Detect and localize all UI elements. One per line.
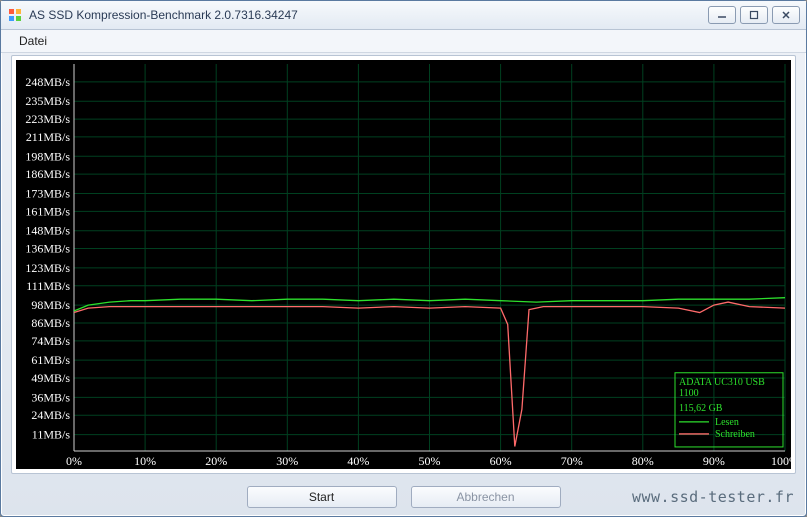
svg-text:248MB/s: 248MB/s [25,75,70,89]
svg-text:198MB/s: 198MB/s [25,149,70,163]
svg-text:98MB/s: 98MB/s [31,298,70,312]
menubar: Datei [1,30,806,53]
svg-text:86MB/s: 86MB/s [31,316,70,330]
svg-text:0%: 0% [66,454,82,468]
svg-text:10%: 10% [134,454,156,468]
svg-text:40%: 40% [347,454,369,468]
svg-text:50%: 50% [419,454,441,468]
svg-text:111MB/s: 111MB/s [26,279,70,293]
svg-text:60%: 60% [490,454,512,468]
minimize-button[interactable] [708,6,736,24]
svg-text:161MB/s: 161MB/s [25,204,70,218]
window-title: AS SSD Kompression-Benchmark 2.0.7316.34… [29,8,708,22]
watermark: www.ssd-tester.fr [632,488,794,506]
menu-file[interactable]: Datei [11,32,55,50]
abort-button[interactable]: Abbrechen [411,486,561,508]
svg-text:90%: 90% [703,454,725,468]
svg-text:Schreiben: Schreiben [715,429,755,440]
svg-text:20%: 20% [205,454,227,468]
app-icon [7,7,23,23]
start-button[interactable]: Start [247,486,397,508]
chart-frame: 11MB/s 24MB/s 36MB/s 49MB/s 61MB/s 74MB/s 86MB… [11,55,796,474]
svg-text:100%: 100% [771,454,791,468]
svg-text:11MB/s: 11MB/s [32,428,71,442]
svg-text:211MB/s: 211MB/s [26,130,71,144]
compression-chart: 11MB/s 24MB/s 36MB/s 49MB/s 61MB/s 74MB/s 86MB… [16,60,791,469]
svg-text:173MB/s: 173MB/s [25,186,70,200]
svg-text:74MB/s: 74MB/s [31,334,70,348]
titlebar: AS SSD Kompression-Benchmark 2.0.7316.34… [1,1,806,30]
svg-text:24MB/s: 24MB/s [31,408,70,422]
svg-text:136MB/s: 136MB/s [25,242,70,256]
app-window: AS SSD Kompression-Benchmark 2.0.7316.34… [0,0,807,517]
svg-text:148MB/s: 148MB/s [25,224,70,238]
svg-text:1100: 1100 [679,388,699,399]
svg-text:186MB/s: 186MB/s [25,167,70,181]
svg-text:49MB/s: 49MB/s [31,371,70,385]
svg-text:115,62 GB: 115,62 GB [679,403,723,414]
svg-text:61MB/s: 61MB/s [31,353,70,367]
svg-text:123MB/s: 123MB/s [25,261,70,275]
svg-text:223MB/s: 223MB/s [25,112,70,126]
svg-text:70%: 70% [561,454,583,468]
close-button[interactable] [772,6,800,24]
svg-text:80%: 80% [632,454,654,468]
maximize-button[interactable] [740,6,768,24]
window-controls [708,6,800,24]
svg-text:30%: 30% [276,454,298,468]
svg-text:ADATA UC310 USB: ADATA UC310 USB [679,377,765,388]
svg-text:36MB/s: 36MB/s [31,390,70,404]
svg-text:Lesen: Lesen [715,417,739,428]
chart-area: 11MB/s 24MB/s 36MB/s 49MB/s 61MB/s 74MB/s 86MB… [16,60,791,469]
svg-text:235MB/s: 235MB/s [25,94,70,108]
